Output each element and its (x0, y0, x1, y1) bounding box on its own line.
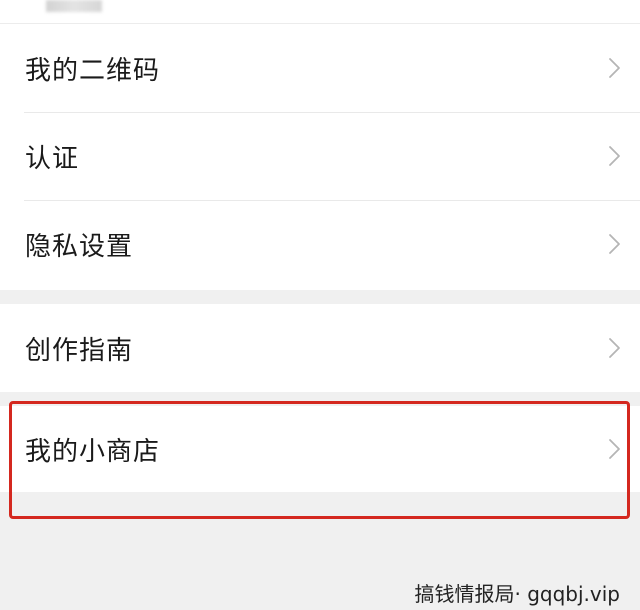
menu-group-3: 我的小商店 (0, 406, 640, 492)
menu-item-label: 我的小商店 (25, 436, 161, 467)
menu-item-privacy-settings[interactable]: 隐私设置 (0, 200, 640, 288)
chevron-right-icon (602, 144, 626, 168)
menu-item-label: 创作指南 (25, 335, 134, 366)
menu-item-qrcode[interactable]: 我的二维码 (0, 24, 640, 112)
menu-item-label: 隐私设置 (25, 231, 134, 262)
menu-group-1: 我的二维码 认证 隐私设置 (0, 24, 640, 290)
blurred-content (46, 0, 102, 12)
settings-screen: 我的二维码 认证 隐私设置 创作指南 我的小商店 搞钱情报局· gqqbj.vi… (0, 0, 640, 610)
chevron-right-icon (602, 437, 626, 461)
chevron-right-icon (602, 336, 626, 360)
chevron-right-icon (602, 232, 626, 256)
menu-item-label: 认证 (25, 143, 80, 174)
chevron-right-icon (602, 56, 626, 80)
top-strip (0, 0, 640, 24)
menu-item-my-shop[interactable]: 我的小商店 (0, 406, 640, 492)
watermark: 搞钱情报局· gqqbj.vip (414, 582, 621, 606)
menu-item-label: 我的二维码 (25, 55, 161, 86)
menu-item-creator-guide[interactable]: 创作指南 (0, 304, 640, 392)
menu-item-verification[interactable]: 认证 (0, 112, 640, 200)
menu-group-2: 创作指南 (0, 304, 640, 392)
